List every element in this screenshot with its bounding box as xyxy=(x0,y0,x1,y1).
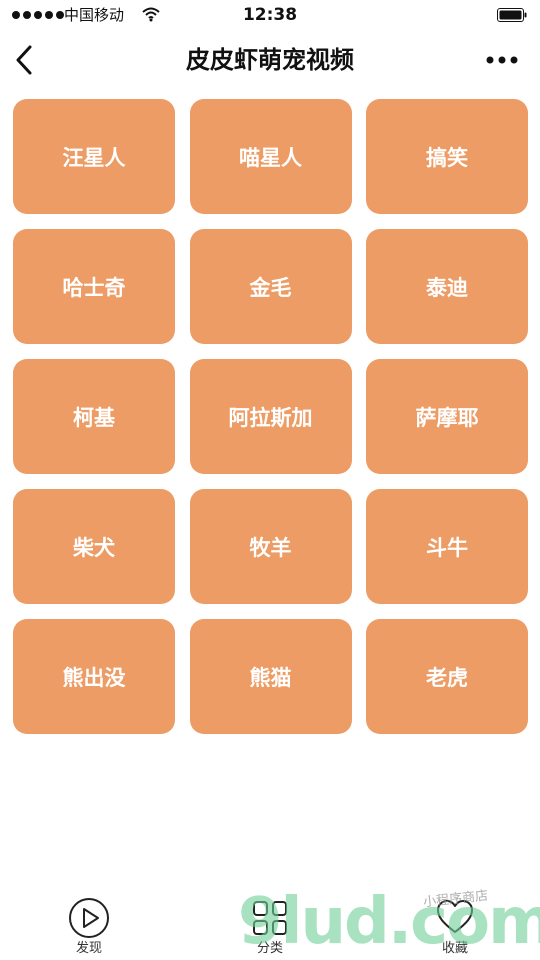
signal-icon xyxy=(12,11,64,19)
chevron-left-icon xyxy=(16,45,32,75)
tab-favorites[interactable]: 收藏 xyxy=(405,890,505,960)
category-tile[interactable]: 熊出没 xyxy=(13,619,175,734)
back-button[interactable] xyxy=(8,42,40,78)
more-icon xyxy=(486,56,518,64)
status-bar: 中国移动 12:38 xyxy=(0,0,540,30)
category-grid: 汪星人 喵星人 搞笑 哈士奇 金毛 泰迪 柯基 阿拉斯加 萨摩耶 柴犬 牧羊 斗… xyxy=(13,99,528,734)
category-tile[interactable]: 汪星人 xyxy=(13,99,175,214)
clock: 12:38 xyxy=(242,5,298,25)
wifi-icon xyxy=(142,7,160,22)
category-tile[interactable]: 哈士奇 xyxy=(13,229,175,344)
more-button[interactable] xyxy=(482,50,522,70)
carrier-label: 中国移动 xyxy=(64,6,125,24)
tab-label: 收藏 xyxy=(441,941,468,956)
category-tile[interactable]: 搞笑 xyxy=(366,99,528,214)
play-circle-icon xyxy=(69,898,109,938)
category-tile[interactable]: 柯基 xyxy=(13,359,175,474)
nav-bar: 皮皮虾萌宠视频 xyxy=(0,30,540,90)
tab-label: 发现 xyxy=(75,941,102,956)
tab-label: 分类 xyxy=(256,941,283,956)
category-tile[interactable]: 阿拉斯加 xyxy=(189,359,352,474)
category-tile[interactable]: 柴犬 xyxy=(13,489,175,604)
category-tile[interactable]: 萨摩耶 xyxy=(366,359,528,474)
tab-bar: 发现 分类 收藏 xyxy=(0,890,540,960)
category-tile[interactable]: 泰迪 xyxy=(366,229,528,344)
tab-category[interactable]: 分类 xyxy=(220,890,320,960)
page-title: 皮皮虾萌宠视频 xyxy=(186,46,354,74)
battery-icon xyxy=(497,8,527,22)
category-tile[interactable]: 金毛 xyxy=(189,229,352,344)
grid-icon xyxy=(253,901,287,935)
tab-discover[interactable]: 发现 xyxy=(39,890,139,960)
category-tile[interactable]: 熊猫 xyxy=(189,619,352,734)
category-tile[interactable]: 老虎 xyxy=(366,619,528,734)
heart-icon xyxy=(437,900,473,933)
category-tile[interactable]: 喵星人 xyxy=(189,99,352,214)
category-tile[interactable]: 牧羊 xyxy=(189,489,352,604)
category-tile[interactable]: 斗牛 xyxy=(366,489,528,604)
